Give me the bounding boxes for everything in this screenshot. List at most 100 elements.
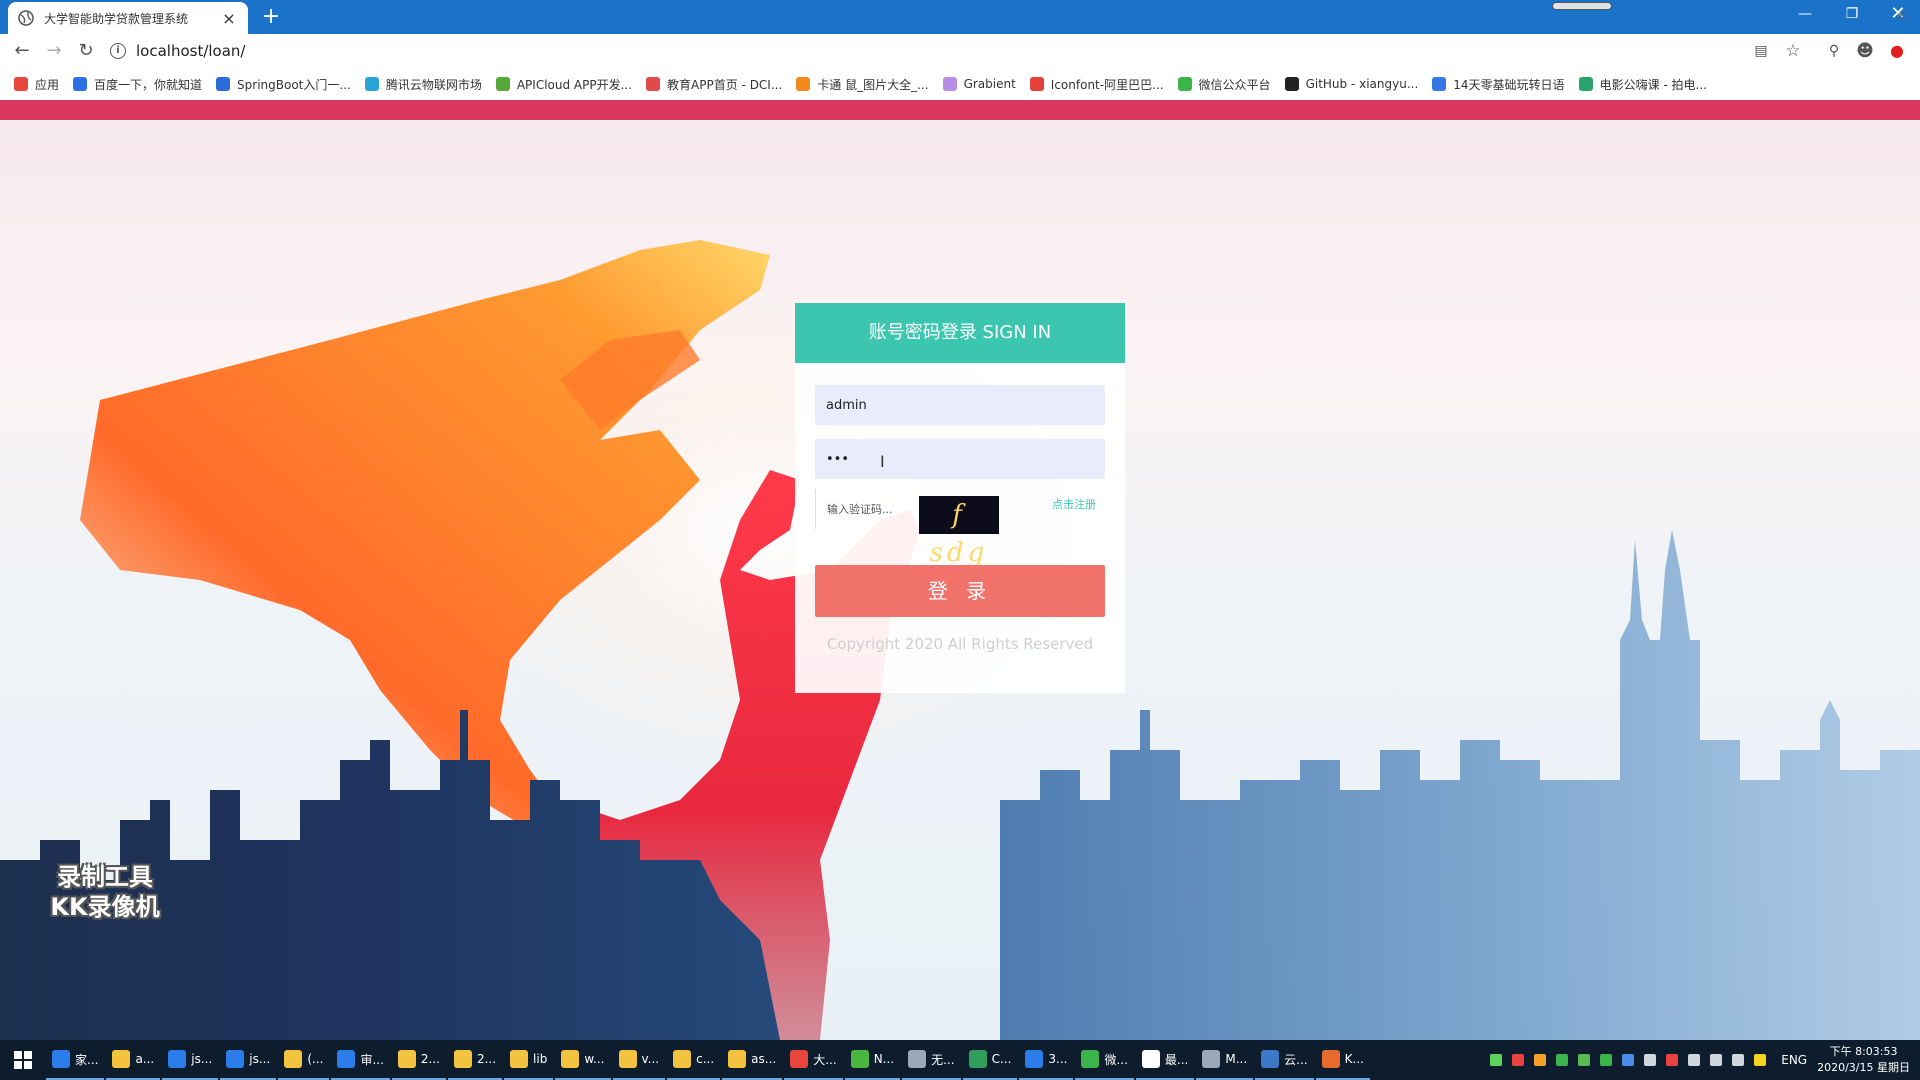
taskbar-app-icon — [968, 1050, 987, 1068]
taskbar-app-button[interactable]: M... — [1196, 1040, 1254, 1080]
tray-ime-icon[interactable] — [1754, 1054, 1767, 1066]
taskbar-app-button[interactable]: K... — [1315, 1040, 1370, 1080]
taskbar-app-button[interactable]: N... — [844, 1040, 901, 1080]
captcha-image[interactable]: f sdg — [919, 496, 999, 568]
taskbar-app-button[interactable]: 微... — [1075, 1040, 1134, 1080]
taskbar-app-button[interactable]: (... — [278, 1040, 330, 1080]
taskbar-app-label: 2... — [420, 1052, 440, 1066]
tray-bluetooth-icon[interactable] — [1622, 1054, 1635, 1066]
bookmark-item[interactable]: 14天零基础玩转日语 — [1432, 76, 1565, 93]
taskbar-app-label: 云... — [1284, 1052, 1308, 1067]
taskbar-app-button[interactable]: 3... — [1019, 1040, 1074, 1080]
bookmark-label: 腾讯云物联网市场 — [385, 77, 482, 92]
captcha-input[interactable]: 输入验证码... — [815, 489, 905, 529]
taskbar-app-button[interactable]: 2... — [391, 1040, 446, 1080]
taskbar-app-label: w... — [584, 1052, 605, 1066]
taskbar-app-button[interactable]: 无... — [902, 1040, 961, 1080]
login-button[interactable]: 登 录 — [815, 565, 1105, 617]
taskbar-app-button[interactable]: w... — [555, 1040, 611, 1080]
windows-start-icon[interactable] — [0, 1040, 46, 1080]
bookmark-item[interactable]: Iconfont-阿里巴巴... — [1029, 76, 1164, 93]
restore-button[interactable]: ❐ — [1830, 0, 1874, 28]
taskbar-apps: 家... a... js... js... (... 审... 2... 2... lib w..… — [46, 1040, 1372, 1080]
taskbar-app-label: N... — [873, 1052, 895, 1066]
tray-nvidia-icon[interactable] — [1578, 1054, 1591, 1066]
bookmark-item[interactable]: 微信公众平台 — [1177, 76, 1271, 93]
translate-icon[interactable]: ▤ — [1752, 42, 1770, 60]
taskbar-app-button[interactable]: 最... — [1135, 1040, 1195, 1080]
password-value: ••• — [826, 451, 850, 467]
bookmark-item[interactable]: 教育APP首页 - DCI... — [646, 76, 782, 93]
taskbar-app-button[interactable]: as... — [722, 1040, 783, 1080]
taskbar-app-icon — [168, 1050, 187, 1068]
tray-security-icon[interactable] — [1512, 1054, 1525, 1066]
taskbar-app-button[interactable]: a... — [106, 1040, 161, 1080]
url-text[interactable]: localhost/loan/ — [136, 42, 245, 60]
tab-search-indicator[interactable] — [1552, 2, 1612, 10]
windows-taskbar: 家... a... js... js... (... 审... 2... 2... lib w..… — [0, 1040, 1920, 1080]
star-bookmark-icon[interactable]: ☆ — [1784, 42, 1802, 60]
tray-wifi-icon[interactable] — [1710, 1054, 1723, 1066]
minimize-button[interactable]: — — [1783, 0, 1827, 28]
bookmark-label: 电影公嗨课 - 拍电... — [1599, 77, 1707, 92]
address-bar[interactable]: i localhost/loan/ — [110, 38, 1750, 64]
taskbar-app-button[interactable]: 大... — [784, 1040, 843, 1080]
taskbar-app-label: 大... — [813, 1052, 837, 1067]
tray-qq-icon[interactable] — [1666, 1054, 1679, 1066]
taskbar-app-icon — [1025, 1050, 1044, 1068]
password-field[interactable]: ••• I — [815, 439, 1105, 479]
taskbar-app-button[interactable]: lib — [504, 1040, 554, 1080]
taskbar-app-button[interactable]: 云... — [1255, 1040, 1314, 1080]
bookmark-item[interactable]: Grabient — [942, 77, 1016, 91]
system-clock[interactable]: 下午 8:03:53 2020/3/15 星期日 — [1817, 1044, 1910, 1076]
tray-keyboard-icon[interactable] — [1688, 1054, 1701, 1066]
tray-usb-icon[interactable] — [1644, 1054, 1657, 1066]
taskbar-app-icon — [453, 1050, 472, 1068]
key-icon[interactable]: ⚲ — [1825, 42, 1843, 60]
language-indicator[interactable]: ENG — [1781, 1053, 1807, 1067]
bookmark-label: APICloud APP开发... — [516, 77, 633, 92]
taskbar-app-icon — [397, 1050, 416, 1068]
bookmark-item[interactable]: APICloud APP开发... — [495, 76, 633, 93]
tray-app-icon[interactable] — [1534, 1054, 1547, 1066]
bookmark-label: 微信公众平台 — [1198, 77, 1271, 92]
bookmark-item[interactable]: 腾讯云物联网市场 — [364, 76, 482, 93]
taskbar-app-label: 3... — [1048, 1052, 1068, 1066]
taskbar-app-button[interactable]: 审... — [331, 1040, 390, 1080]
bookmark-item[interactable]: 应用 — [14, 76, 59, 93]
bookmark-item[interactable]: 卡通 鼠_图片大全_... — [796, 76, 929, 93]
register-link[interactable]: 点击注册 — [1052, 496, 1096, 512]
bookmarks-overflow-button[interactable]: » — [1897, 8, 1906, 24]
tray-wechat-icon[interactable] — [1556, 1054, 1569, 1066]
extension-icon[interactable]: ● — [1888, 42, 1906, 60]
bookmark-item[interactable]: GitHub - xiangyu... — [1284, 77, 1418, 91]
taskbar-app-button[interactable]: js... — [220, 1040, 277, 1080]
browser-tab-active[interactable]: 大学智能助学贷款管理系统 × — [8, 2, 248, 34]
taskbar-app-button[interactable]: C... — [962, 1040, 1018, 1080]
reload-icon[interactable]: ↻ — [75, 40, 97, 62]
tab-close-button[interactable]: × — [220, 9, 238, 28]
back-arrow-icon[interactable]: ← — [11, 40, 33, 62]
taskbar-app-button[interactable]: c... — [667, 1040, 721, 1080]
taskbar-app-button[interactable]: v... — [612, 1040, 666, 1080]
taskbar-app-button[interactable]: 2... — [447, 1040, 503, 1080]
taskbar-app-icon — [618, 1050, 637, 1068]
taskbar-app-button[interactable]: 家... — [46, 1040, 105, 1080]
site-info-icon[interactable]: i — [110, 43, 126, 59]
bookmark-item[interactable]: 百度一下，你就知道 — [73, 76, 202, 93]
tray-monitor-icon[interactable] — [1600, 1054, 1613, 1066]
tray-volume-muted-icon[interactable] — [1732, 1054, 1745, 1066]
baidu-paw-icon — [73, 77, 88, 91]
new-tab-button[interactable]: + — [258, 4, 284, 30]
bookmark-label: 14天零基础玩转日语 — [1453, 77, 1565, 92]
forward-arrow-icon[interactable]: → — [43, 40, 65, 62]
profile-avatar-icon[interactable]: ☻ — [1856, 42, 1874, 60]
taskbar-app-icon — [790, 1050, 809, 1068]
taskbar-app-button[interactable]: js... — [162, 1040, 219, 1080]
bookmark-item[interactable]: SpringBoot入门一... — [216, 76, 351, 93]
clock-time: 下午 8:03:53 — [1829, 1045, 1898, 1058]
taskbar-app-label: 家... — [75, 1052, 99, 1067]
bookmark-item[interactable]: 电影公嗨课 - 拍电... — [1578, 76, 1707, 93]
tray-battery-icon[interactable] — [1490, 1054, 1503, 1066]
username-field[interactable]: admin — [815, 385, 1105, 425]
